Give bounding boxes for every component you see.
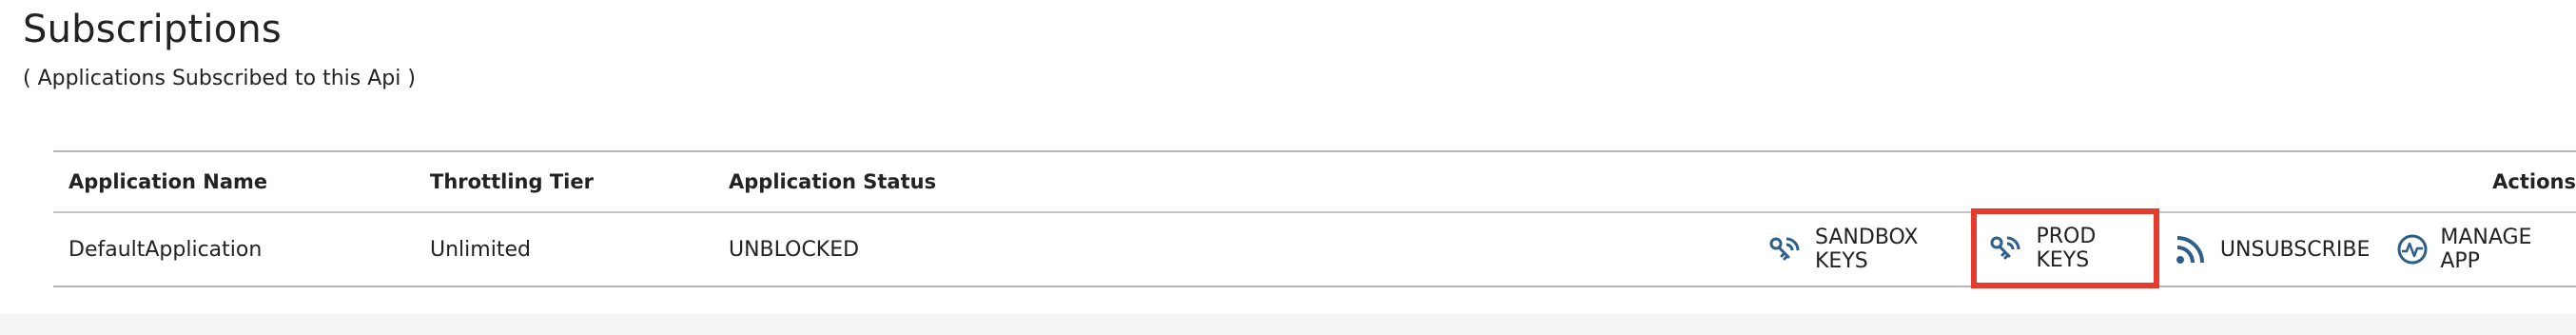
column-header-application-name: Application Name [68,170,268,193]
subscriptions-table: Application Name Throttling Tier Applica… [53,150,2576,288]
column-header-actions: Actions [2492,170,2576,193]
sandbox-keys-button[interactable]: SANDBOX KEYS [1756,213,1971,286]
throttling-tier-cell: Unlimited [430,237,531,262]
column-header-throttling-tier: Throttling Tier [430,170,594,193]
table-header-row: Application Name Throttling Tier Applica… [53,152,2576,213]
table-row: DefaultApplication Unlimited UNBLOCKED S… [53,208,2576,288]
page-title: Subscriptions [23,8,282,51]
application-status-cell: UNBLOCKED [729,237,860,262]
prod-keys-label: PROD KEYS [2036,225,2097,272]
manage-app-icon [2396,233,2429,266]
rss-icon [2173,233,2209,266]
manage-app-label: MANAGE APP [2440,226,2532,273]
manage-app-button[interactable]: MANAGE APP [2383,213,2576,286]
page-subtitle: ( Applications Subscribed to this Api ) [23,67,416,90]
keys-icon [1990,232,2024,265]
column-header-application-status: Application Status [729,170,937,193]
keys-icon [1769,233,1804,266]
sandbox-keys-label: SANDBOX KEYS [1815,226,1919,273]
row-actions: SANDBOX KEYS PROD KEYS UNSUBSCRIBE MANAG… [1756,208,2576,288]
application-name-cell: DefaultApplication [68,237,263,262]
unsubscribe-button[interactable]: UNSUBSCRIBE [2159,213,2383,286]
subscriptions-panel: Subscriptions ( Applications Subscribed … [0,0,2576,314]
prod-keys-button[interactable]: PROD KEYS [1971,208,2159,288]
unsubscribe-label: UNSUBSCRIBE [2219,237,2371,262]
